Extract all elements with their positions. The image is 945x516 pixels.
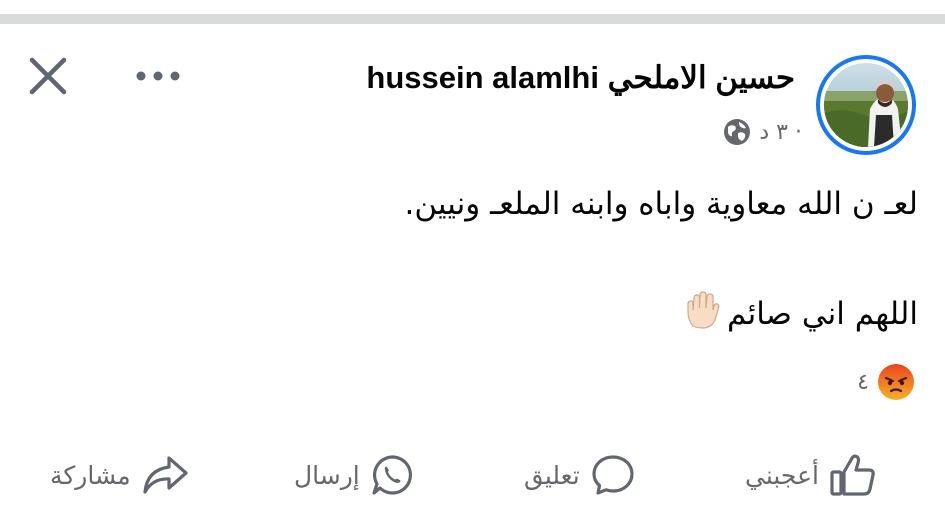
more-options-button[interactable] xyxy=(128,56,188,96)
share-button[interactable]: مشاركة xyxy=(50,448,189,502)
post-timestamp[interactable]: ٣ د · xyxy=(759,120,802,145)
comment-label: تعليق xyxy=(524,460,580,490)
share-label: مشاركة xyxy=(50,460,131,490)
whatsapp-icon xyxy=(372,455,412,495)
close-button[interactable] xyxy=(22,50,74,102)
top-divider xyxy=(0,0,945,27)
globe-icon xyxy=(724,119,751,145)
comment-icon xyxy=(592,455,634,495)
angry-reaction-icon xyxy=(878,364,914,400)
author-name[interactable]: hussein alamlhi حسين الاملحي xyxy=(366,58,795,98)
author-avatar[interactable] xyxy=(816,55,916,155)
raised-hand-emoji-icon xyxy=(683,290,723,342)
post-text-line: اللهم اني صائم xyxy=(726,296,918,332)
like-label: أعجبني xyxy=(745,460,819,490)
comment-button[interactable]: تعليق xyxy=(524,448,636,502)
avatar-photo xyxy=(824,63,908,147)
close-icon xyxy=(29,57,67,95)
post-body: لعـ ن الله معاوية واباه وابنه الملعـ وني… xyxy=(38,182,918,342)
send-whatsapp-button[interactable]: إرسال xyxy=(294,448,414,502)
reactions-summary[interactable]: ٤ xyxy=(857,362,915,402)
post-text-line: لعـ ن الله معاوية واباه وابنه الملعـ وني… xyxy=(404,186,918,222)
share-icon xyxy=(143,456,188,494)
post-meta: ٣ د · xyxy=(723,116,802,148)
send-label: إرسال xyxy=(294,460,360,490)
reaction-count: ٤ xyxy=(857,369,869,395)
post-actions-bar: مشاركة إرسال تعليق أعجبني xyxy=(0,440,945,510)
like-button[interactable]: أعجبني xyxy=(745,448,877,502)
more-icon xyxy=(136,71,180,81)
thumbs-up-icon xyxy=(830,454,875,496)
